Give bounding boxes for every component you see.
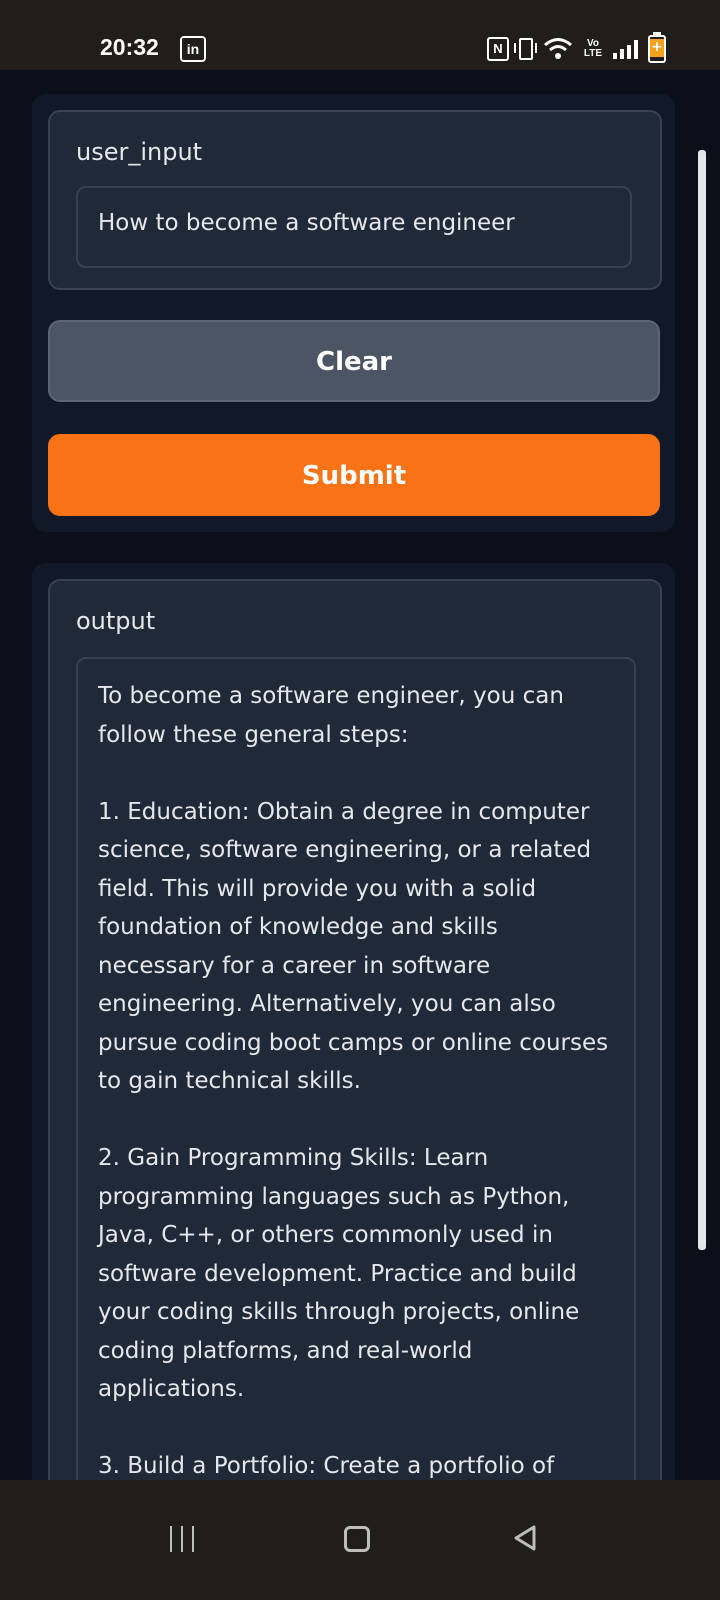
output-block: output To become a software engineer, yo… (48, 579, 662, 1557)
volte-bottom-text: LTE (583, 48, 603, 59)
output-textbox[interactable]: To become a software engineer, you can f… (76, 657, 636, 1557)
output-label: output (76, 607, 156, 635)
status-time: 20:32 (100, 34, 159, 60)
wifi-icon (544, 38, 572, 59)
back-icon[interactable] (512, 1524, 538, 1552)
output-panel: output To become a software engineer, yo… (32, 563, 675, 1557)
vibrate-icon (514, 38, 537, 60)
navigation-bar (0, 1480, 720, 1600)
signal-icon (613, 39, 638, 59)
scrollbar[interactable] (698, 150, 706, 1250)
home-icon[interactable] (344, 1526, 370, 1552)
user-input-label: user_input (76, 138, 203, 166)
status-icons: N Vo LTE (487, 32, 666, 64)
menu-icon[interactable] (170, 1526, 194, 1552)
input-panel: user_input How to become a software engi… (32, 94, 675, 532)
status-bar: 20:32 in N Vo LTE (0, 0, 720, 70)
user-input-block: user_input How to become a software engi… (48, 110, 662, 290)
nfc-icon: N (487, 37, 509, 61)
volte-icon: Vo LTE (583, 39, 603, 59)
clear-button[interactable]: Clear (48, 320, 660, 402)
submit-button[interactable]: Submit (48, 434, 660, 516)
linkedin-icon: in (180, 36, 206, 62)
user-input-field[interactable]: How to become a software engineer (76, 186, 632, 268)
battery-icon (648, 32, 666, 63)
